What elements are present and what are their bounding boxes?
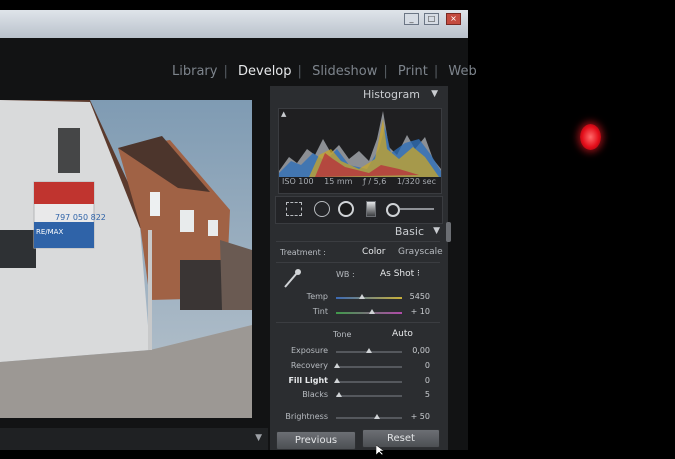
tone-label: Tone (333, 330, 352, 339)
module-library[interactable]: Library (172, 64, 217, 79)
minimize-button[interactable]: _ (404, 13, 419, 25)
treatment-label: Treatment : (280, 248, 326, 257)
white-balance-eyedropper-icon[interactable] (282, 268, 302, 290)
exposure-slider-thumb[interactable] (366, 348, 372, 353)
filllight-label: Fill Light (288, 376, 328, 385)
previous-button[interactable]: Previous (276, 431, 356, 450)
recovery-value[interactable]: 0 (396, 361, 430, 370)
divider (276, 262, 440, 263)
shadow-clipping-icon[interactable]: ▲ (281, 110, 286, 118)
basic-header[interactable]: Basic ▼ (270, 223, 448, 239)
collapse-basic-icon[interactable]: ▼ (433, 226, 440, 236)
blacks-slider-track[interactable] (336, 395, 402, 397)
treatment-color-option[interactable]: Color (362, 247, 386, 257)
exif-info: ISO 100 15 mm ƒ / 5,6 1/320 sec (278, 177, 440, 186)
module-develop[interactable]: Develop (238, 64, 292, 79)
exif-shutter: 1/320 sec (396, 177, 436, 186)
crop-tool-icon[interactable] (286, 202, 302, 216)
basic-title: Basic (394, 225, 424, 238)
wb-label: WB : (336, 270, 355, 279)
temp-value[interactable]: 5450 (396, 292, 430, 301)
collapse-histogram-icon[interactable]: ▼ (431, 89, 438, 99)
exposure-value[interactable]: 0,00 (396, 346, 430, 355)
brightness-slider-thumb[interactable] (373, 414, 380, 419)
recovery-slider-track[interactable] (336, 366, 402, 368)
close-button[interactable]: × (446, 13, 461, 25)
histogram-plot (279, 111, 441, 177)
filllight-value[interactable]: 0 (396, 376, 430, 385)
divider (276, 241, 440, 242)
wb-select[interactable]: As Shot ⁝ (380, 269, 420, 279)
divider (276, 322, 440, 323)
spot-removal-icon[interactable] (314, 201, 330, 217)
photo-preview[interactable]: 797 050 822 RE/MAX (0, 100, 252, 418)
histogram-title: Histogram (362, 88, 420, 101)
tone-auto-button[interactable]: Auto (392, 329, 413, 339)
sign-brand: RE/MAX (36, 228, 63, 236)
exif-aperture: ƒ / 5,6 (362, 177, 387, 186)
module-print[interactable]: Print (398, 64, 428, 79)
graduated-filter-icon[interactable] (366, 201, 376, 217)
red-led-light (580, 124, 601, 150)
treatment-grayscale-option[interactable]: Grayscale (398, 247, 443, 257)
recovery-label: Recovery (290, 361, 328, 370)
exif-focal-length: 15 mm (324, 177, 353, 186)
tint-label: Tint (312, 307, 328, 316)
recovery-slider-thumb[interactable] (334, 363, 341, 368)
maximize-button[interactable]: □ (424, 13, 439, 25)
module-slideshow[interactable]: Slideshow (312, 64, 377, 79)
module-picker: Library | Develop | Slideshow | Print | Web (172, 64, 477, 79)
tint-value[interactable]: + 10 (396, 307, 430, 316)
filllight-slider-track[interactable] (336, 381, 402, 383)
module-web[interactable]: Web (448, 64, 476, 79)
filmstrip-bar: ▼ (0, 428, 268, 450)
temp-slider-track[interactable] (336, 297, 402, 299)
histogram-header[interactable]: Histogram ▼ (270, 88, 446, 104)
filmstrip-toggle-icon[interactable]: ▼ (255, 433, 262, 443)
blacks-label: Blacks (302, 390, 328, 399)
brightness-slider-track[interactable] (336, 417, 402, 419)
photo-image: 797 050 822 RE/MAX (0, 100, 252, 418)
red-eye-icon[interactable] (338, 201, 354, 217)
exif-iso: ISO 100 (282, 177, 314, 186)
blacks-value[interactable]: 5 (396, 390, 430, 399)
brush-slider[interactable] (400, 208, 434, 210)
adjustment-brush-icon[interactable] (386, 203, 400, 217)
window-title-bar: _ □ × (0, 10, 468, 39)
brightness-value[interactable]: + 50 (396, 412, 430, 421)
sign-number: 797 050 822 (55, 213, 106, 222)
tint-slider-thumb[interactable] (369, 309, 376, 314)
brightness-label: Brightness (285, 412, 328, 421)
tool-strip (275, 196, 443, 224)
filllight-slider-thumb[interactable] (334, 378, 341, 383)
reset-button[interactable]: Reset (362, 429, 440, 448)
blacks-slider-thumb[interactable] (336, 392, 343, 397)
temp-slider-thumb[interactable] (359, 294, 366, 299)
temp-label: Temp (306, 292, 328, 301)
exposure-label: Exposure (290, 346, 328, 355)
